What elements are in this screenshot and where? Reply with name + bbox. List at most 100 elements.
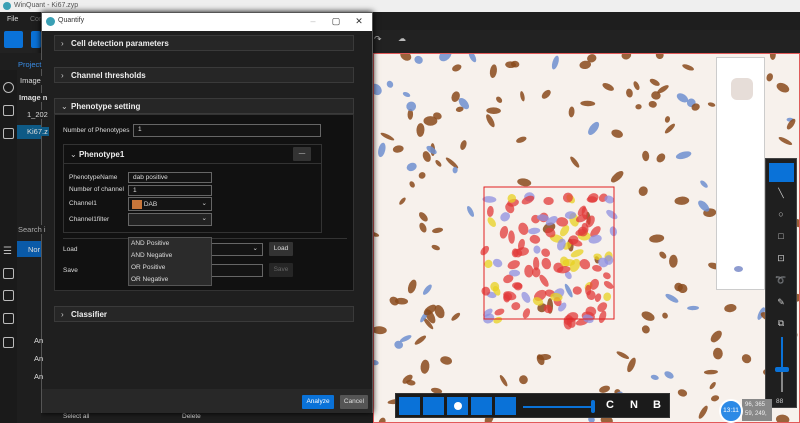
chevron-right-icon: ›	[61, 39, 71, 48]
chevron-down-icon: ⌄	[202, 214, 207, 222]
overlay-button[interactable]	[495, 397, 516, 415]
nucleus	[580, 101, 595, 107]
edit-icon[interactable]	[3, 268, 14, 279]
analyze-button[interactable]: Analyze	[302, 395, 334, 409]
nucleus	[408, 180, 416, 188]
search-input[interactable]: Search i	[17, 225, 47, 234]
viewer-bottom-toolbar: C N B	[395, 393, 670, 418]
phenotype-name-input[interactable]: dab positive	[128, 172, 212, 183]
lasso-tool-icon[interactable]: ➰	[775, 275, 787, 285]
section-cell-detection[interactable]: ›Cell detection parameters	[54, 35, 354, 51]
nucleus	[664, 292, 679, 304]
channel1filter-select[interactable]: ⌄	[128, 213, 212, 226]
section-classifier[interactable]: ›Classifier	[54, 306, 354, 322]
close-button[interactable]: ✕	[352, 16, 366, 27]
chevron-right-icon: ›	[61, 71, 71, 80]
nucleus	[568, 106, 575, 117]
menu-file[interactable]: File	[7, 16, 18, 23]
detected-cell	[508, 230, 515, 244]
section-channel-thresholds[interactable]: ›Channel thresholds	[54, 67, 354, 83]
app-logo-icon	[3, 2, 11, 10]
select-all-button[interactable]: Select all	[63, 413, 89, 420]
toggle-b[interactable]: B	[653, 399, 661, 411]
polygon-tool-icon[interactable]: ⊡	[775, 253, 787, 263]
detected-cell	[506, 259, 521, 271]
dot-button[interactable]	[447, 397, 468, 415]
nucleus	[610, 128, 624, 139]
tree-header[interactable]: Image	[19, 76, 42, 85]
section-phenotype-setting[interactable]: ⌄Phenotype setting	[54, 98, 354, 114]
nucleus	[417, 211, 429, 223]
copy-tool-icon[interactable]: ⧉	[775, 318, 787, 328]
nucleus	[563, 283, 574, 299]
nucleus	[466, 205, 476, 218]
option-and-negative[interactable]: AND Negative	[129, 250, 211, 262]
load-button[interactable]: Load	[269, 242, 293, 256]
zoom-slider-handle[interactable]	[775, 367, 789, 372]
nucleus	[569, 155, 581, 169]
cancel-button[interactable]: Cancel	[340, 395, 368, 409]
annotation-item[interactable]: An	[34, 354, 43, 363]
toggle-n[interactable]: N	[630, 399, 638, 411]
detected-cell	[487, 206, 494, 218]
number-of-phenotypes-input[interactable]: 1	[133, 124, 321, 137]
normal-class[interactable]: Nor	[27, 245, 41, 254]
save-button[interactable]: Save	[269, 263, 293, 277]
list-icon[interactable]	[3, 290, 14, 301]
annotation-item[interactable]: An	[34, 336, 43, 345]
toolbar-button[interactable]	[31, 31, 41, 48]
left-rail: ☰	[0, 70, 17, 423]
time-badge[interactable]: 13:11	[719, 399, 743, 423]
annotation-tools: ╲ ○ □ ⊡ ➰ ✎ ⧉ 88	[765, 158, 797, 408]
nucleus	[420, 359, 430, 374]
minimize-button[interactable]: –	[306, 16, 320, 26]
save-input[interactable]	[211, 264, 263, 277]
opacity-slider[interactable]	[523, 406, 593, 408]
project-icon[interactable]	[3, 82, 14, 93]
overview-thumbnail[interactable]	[716, 57, 765, 290]
project-tab[interactable]: Project	[17, 60, 42, 69]
load-select[interactable]: ⌄	[211, 243, 263, 256]
network-button[interactable]	[471, 397, 492, 415]
remove-phenotype-button[interactable]: —	[293, 147, 311, 161]
clipboard-icon[interactable]	[3, 128, 14, 139]
nucleus	[402, 91, 411, 98]
phenotype1-header[interactable]: ⌄ Phenotype1	[64, 145, 321, 164]
brush-tool-icon[interactable]: ✎	[775, 297, 787, 307]
ellipse-tool-icon[interactable]: ○	[775, 209, 787, 219]
nucleus	[374, 326, 387, 335]
pan-tool-button[interactable]	[769, 163, 794, 182]
brain-icon[interactable]: ☁	[398, 34, 406, 43]
share-button[interactable]	[423, 397, 444, 415]
toggle-c[interactable]: C	[606, 399, 614, 411]
detected-cell	[540, 247, 552, 259]
maximize-button[interactable]: ▢	[329, 16, 343, 27]
option-or-negative[interactable]: OR Negative	[129, 274, 211, 286]
file-item-selected[interactable]: Ki67.z	[26, 127, 49, 136]
channel1-select[interactable]: DAB ⌄	[128, 197, 212, 211]
line-tool-icon[interactable]: ╲	[775, 188, 787, 198]
folder-icon[interactable]	[3, 105, 14, 116]
rectangle-tool-icon[interactable]: □	[775, 231, 787, 241]
opacity-slider-handle[interactable]	[591, 400, 595, 413]
option-or-positive[interactable]: OR Positive	[129, 262, 211, 274]
nucleus	[625, 88, 633, 98]
number-of-channel-input[interactable]: 1	[128, 185, 212, 196]
nucleus	[697, 404, 709, 420]
file-item[interactable]: 1_202	[26, 110, 49, 119]
option-and-positive[interactable]: AND Positive	[129, 238, 211, 250]
nucleus	[498, 374, 508, 387]
delete-button[interactable]: Delete	[182, 413, 201, 420]
viewer-mode-button[interactable]	[4, 31, 23, 48]
document-icon[interactable]	[3, 313, 14, 324]
nucleus	[489, 64, 498, 78]
nucleus	[664, 116, 671, 124]
redo-icon[interactable]: ↷	[374, 34, 382, 45]
eye-button[interactable]	[399, 397, 420, 415]
sliders-icon[interactable]: ☰	[3, 246, 14, 257]
annotation-item[interactable]: An	[34, 372, 43, 381]
nucleus	[405, 161, 418, 172]
nucleus	[380, 131, 395, 141]
coord-line: 59, 249,	[745, 410, 772, 419]
qr-icon[interactable]	[3, 337, 14, 348]
